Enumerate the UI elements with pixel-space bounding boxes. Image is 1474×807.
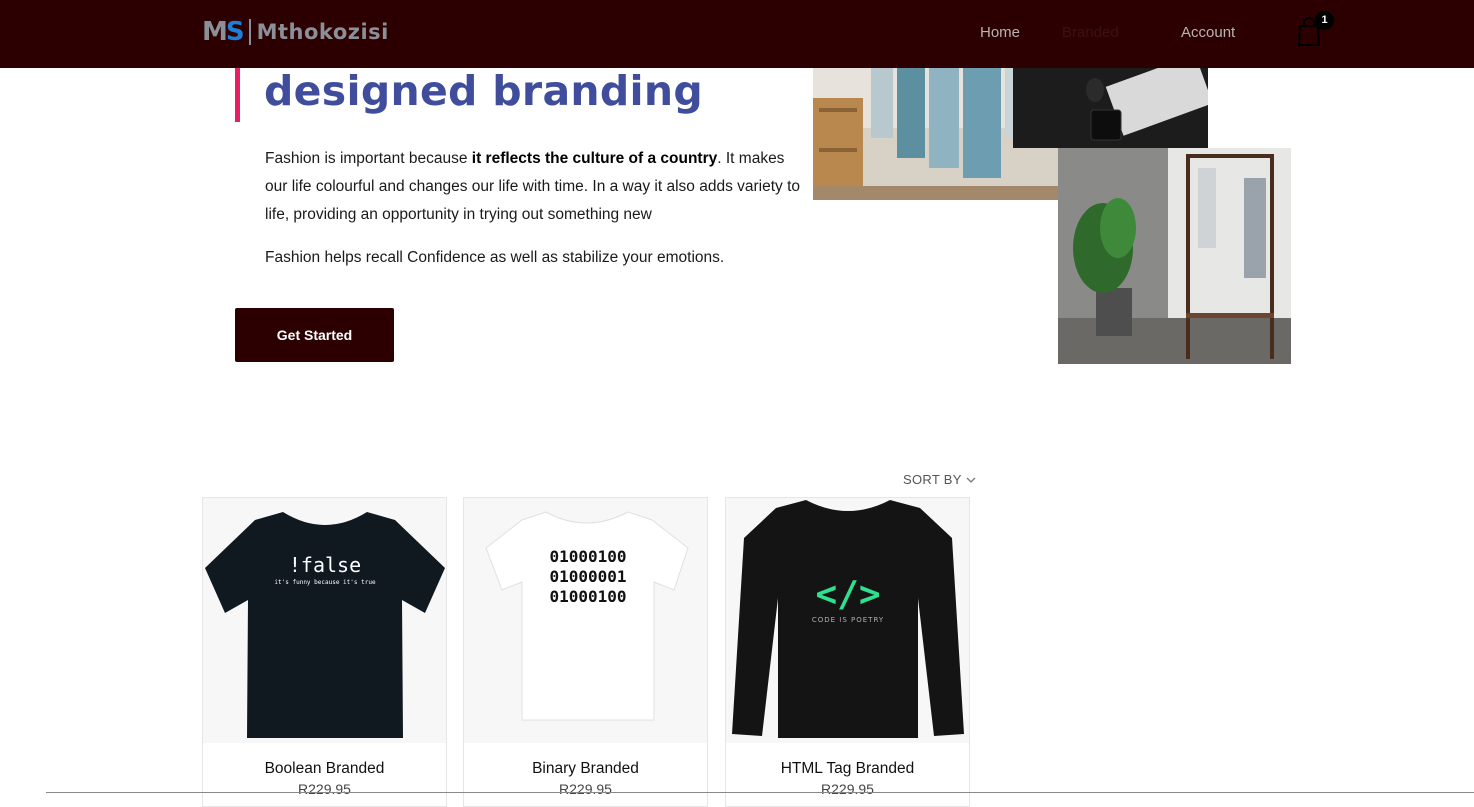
bottom-divider: [46, 792, 1474, 793]
nav-branded[interactable]: Branded: [1062, 24, 1119, 41]
cart-count-badge: 1: [1315, 11, 1334, 30]
product-card[interactable]: !false it's funny because it's true Bool…: [202, 497, 447, 807]
binary-line-2: 01000001: [549, 567, 626, 586]
hero-image-desk: [1013, 68, 1208, 148]
tshirt-print-text: !false: [289, 553, 361, 577]
hero-emphasis: it reflects the culture of a country: [471, 150, 718, 167]
binary-line-1: 01000100: [549, 547, 626, 566]
sort-by-label: SORT BY: [903, 472, 962, 487]
product-price: R229.95: [821, 781, 874, 797]
brand-logo[interactable]: MS Mthokozisi: [202, 16, 389, 48]
nav-account[interactable]: Account: [1181, 24, 1235, 41]
hero-paragraph-2: Fashion helps recall Confidence as well …: [265, 249, 725, 266]
product-price: R229.95: [559, 781, 612, 797]
product-name[interactable]: HTML Tag Branded: [726, 760, 969, 778]
hero-paragraph-1: Fashion is important because it reflects…: [265, 150, 801, 223]
product-image[interactable]: </> CODE IS POETRY: [726, 498, 969, 743]
product-image[interactable]: 01000100 01000001 01000100: [464, 498, 707, 743]
nav-home[interactable]: Home: [980, 24, 1020, 41]
brand-name: Mthokozisi: [256, 20, 389, 44]
tshirt-subprint-text: CODE IS POETRY: [812, 616, 884, 624]
chevron-down-icon: [966, 477, 976, 483]
sort-by-dropdown[interactable]: SORT BY: [903, 472, 976, 487]
title-accent-bar: [235, 68, 240, 122]
product-image[interactable]: !false it's funny because it's true: [203, 498, 446, 743]
tshirt-subprint-text: it's funny because it's true: [274, 579, 376, 586]
product-name[interactable]: Binary Branded: [464, 760, 707, 778]
logo-divider: [248, 19, 251, 45]
hero-image-clothes-rack: [1058, 148, 1291, 364]
get-started-button[interactable]: Get Started: [235, 308, 394, 362]
product-card[interactable]: 01000100 01000001 01000100 Binary Brande…: [463, 497, 708, 807]
top-navbar: MS Mthokozisi Home Branded Account 1: [0, 0, 1474, 68]
logo-mark: MS: [202, 17, 245, 47]
hero-title: designed branding: [264, 67, 704, 115]
product-name[interactable]: Boolean Branded: [203, 760, 446, 778]
product-card[interactable]: </> CODE IS POETRY HTML Tag Branded R229…: [725, 497, 970, 807]
binary-line-3: 01000100: [549, 587, 626, 606]
tshirt-print-text: </>: [815, 574, 880, 615]
product-price: R229.95: [298, 781, 351, 797]
